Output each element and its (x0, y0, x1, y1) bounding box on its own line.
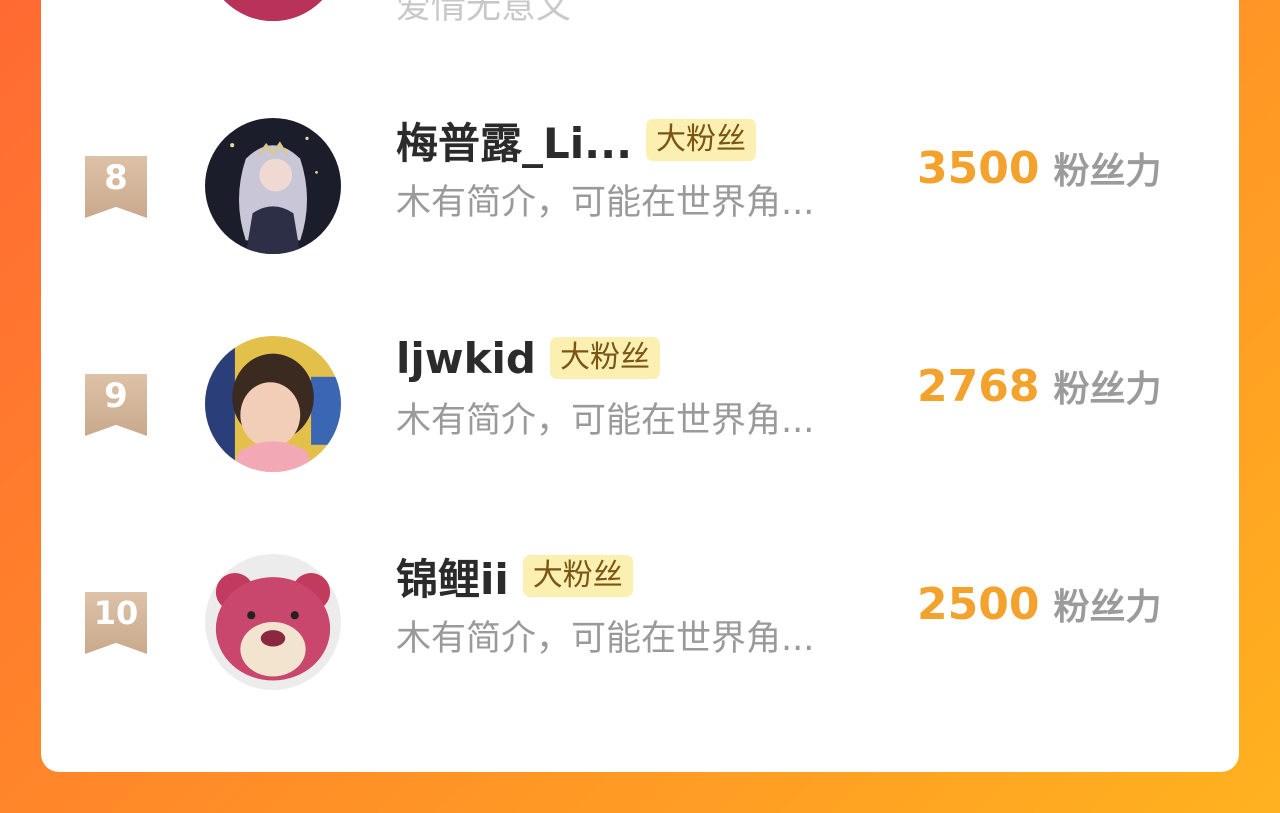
toddler-photo-avatar-icon (205, 336, 341, 472)
avatar[interactable] (205, 0, 341, 21)
rank-badge: 8 (85, 156, 147, 218)
user-bio: 木有简介，可能在世界角... (396, 619, 815, 659)
fan-power-value: 2768 (917, 360, 1040, 412)
fan-power-unit: 粉丝力 (1053, 587, 1162, 628)
fan-power-unit: 粉丝力 (1053, 151, 1162, 192)
avatar[interactable] (205, 118, 341, 254)
list-item[interactable]: 9 ljwkid 大粉丝 木有简介，可能在世界角... 2768 粉丝力 (41, 316, 1239, 536)
user-name[interactable]: ljwkid (396, 334, 536, 383)
rank-badge: 10 (85, 592, 147, 654)
user-bio: 木有简介，可能在世界角... (396, 183, 815, 223)
fan-power-value: 3500 (917, 142, 1040, 194)
pink-bear-avatar-icon (205, 554, 341, 690)
rank-badge: 9 (85, 374, 147, 436)
fan-level-badge: 大粉丝 (646, 119, 757, 161)
fan-ranking-card: 爱情无意义 8 梅普露_Li... 大粉丝 木有简介，可能在世界角... 350… (41, 0, 1239, 772)
avatar[interactable] (205, 554, 341, 690)
user-name[interactable]: 锦鲤ii (396, 546, 509, 607)
user-bio: 爱情无意义 (396, 0, 572, 27)
fan-power-unit: 粉丝力 (1053, 369, 1162, 410)
user-bio: 木有简介，可能在世界角... (396, 401, 815, 441)
list-item[interactable]: 8 梅普露_Li... 大粉丝 木有简介，可能在世界角... 3500 粉丝力 (41, 98, 1239, 318)
fan-power-value: 2500 (917, 578, 1040, 630)
fan-level-badge: 大粉丝 (522, 555, 633, 597)
avatar[interactable] (205, 336, 341, 472)
list-item[interactable]: 10 锦鲤ii 大粉丝 木有简介，可能在世界角... 2500 粉丝力 (41, 534, 1239, 754)
fan-level-badge: 大粉丝 (550, 337, 660, 379)
user-name[interactable]: 梅普露_Li... (396, 110, 632, 171)
girl-illustration-avatar-icon (205, 118, 341, 254)
